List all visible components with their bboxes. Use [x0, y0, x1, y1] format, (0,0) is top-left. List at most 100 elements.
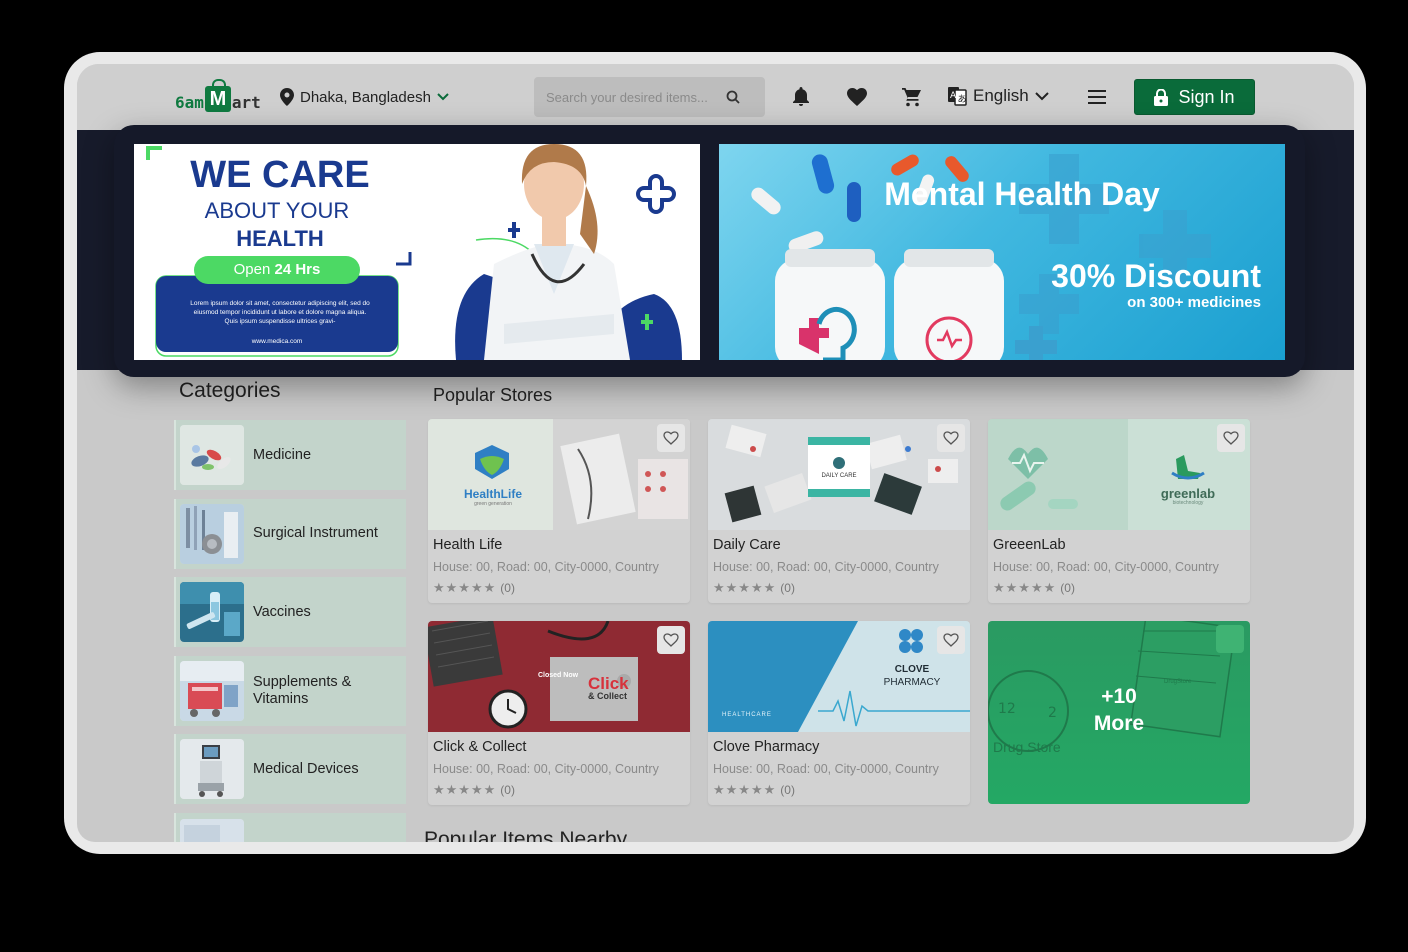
svg-text:A: A — [950, 91, 957, 101]
category-item-surgical-instrument[interactable]: Surgical Instrument — [174, 498, 406, 569]
discount-headline: 30% Discount — [1051, 258, 1261, 294]
store-rating: ★★★★★ (0) — [433, 782, 515, 798]
rating-count: (0) — [500, 783, 515, 797]
store-address: House: 00, Road: 00, City-0000, Country — [433, 762, 659, 776]
top-header: 6am M art Dhaka, Bangladesh Aあ English — [77, 64, 1354, 130]
store-brand-text: CLOVE — [894, 664, 930, 675]
heart-outline-icon — [1223, 431, 1239, 445]
chevron-down-icon — [437, 93, 449, 101]
more-stores-word: More — [1093, 712, 1145, 735]
store-name: Daily Care — [713, 537, 781, 553]
category-item-medicine[interactable]: Medicine — [174, 420, 406, 490]
app-logo[interactable]: 6am M art — [175, 78, 261, 112]
language-label: English — [973, 86, 1029, 105]
store-rating: ★★★★★ (0) — [433, 580, 515, 596]
category-label: Medicine — [253, 446, 312, 463]
store-brand-subtext: & Collect — [588, 691, 628, 701]
store-card-clove-pharmacy[interactable]: HEALTHCARE CLOVE PHARMACY Clove Pharmacy… — [708, 621, 970, 805]
favorite-button[interactable] — [937, 626, 965, 654]
more-stores-card[interactable]: 12 2 DrugStore Drug Store +10 More — [988, 621, 1250, 804]
store-name: Health Life — [433, 537, 503, 553]
store-image: Closed Now Click & Collect — [428, 621, 690, 732]
category-label: Vaccines — [253, 603, 311, 620]
store-brand-text: DAILY CARE — [821, 473, 857, 479]
rating-count: (0) — [780, 581, 795, 595]
map-pin-icon — [280, 88, 294, 106]
rating-count: (0) — [500, 581, 515, 595]
store-brand-subtext: green generation — [474, 501, 512, 507]
discount-subtitle: on 300+ medicines — [1127, 294, 1261, 311]
more-card-background-label: Drug Store — [993, 739, 1061, 755]
category-item-more[interactable] — [174, 812, 406, 842]
store-name: GreeenLab — [993, 537, 1066, 553]
heart-outline-icon — [663, 633, 679, 647]
heart-outline-icon — [943, 633, 959, 647]
favorite-button[interactable] — [1217, 424, 1245, 452]
store-image: HealthLife green generation — [428, 419, 690, 530]
more-category-thumbnail — [180, 818, 244, 842]
rating-count: (0) — [1060, 581, 1075, 595]
store-address: House: 00, Road: 00, City-0000, Country — [713, 560, 939, 574]
cart-icon[interactable] — [901, 86, 923, 108]
we-care-subheadline-bold: HEALTH — [236, 226, 324, 251]
store-tag-text: Closed Now — [538, 672, 579, 679]
popular-stores-title: Popular Stores — [433, 385, 553, 405]
supplements-thumbnail — [180, 660, 244, 721]
store-image: HEALTHCARE CLOVE PHARMACY — [708, 621, 970, 732]
svg-text:あ: あ — [958, 94, 967, 105]
vaccines-thumbnail — [180, 582, 244, 642]
hamburger-menu-icon[interactable] — [1086, 86, 1108, 108]
rating-stars: ★★★★★ — [713, 782, 777, 797]
search-icon[interactable] — [726, 90, 740, 104]
search-box — [534, 77, 765, 117]
store-brand-text: HealthLife — [463, 487, 522, 501]
more-stores-count: +10 — [1101, 685, 1137, 708]
store-address: House: 00, Road: 00, City-0000, Country — [993, 560, 1219, 574]
mental-health-title: Mental Health Day — [884, 176, 1160, 212]
open-hours-value: 24 Hrs — [274, 261, 321, 278]
rating-stars: ★★★★★ — [433, 580, 497, 595]
banner-we-care[interactable]: WE CARE ABOUT YOUR HEALTH Open 24 Hrs Lo… — [134, 144, 700, 360]
heart-outline-icon — [943, 431, 959, 445]
notification-bell-icon[interactable] — [790, 86, 812, 108]
logo-bag-icon: M — [204, 79, 231, 112]
open-hours-pill: Open 24 Hrs — [194, 261, 360, 278]
store-image: DAILY CARE — [708, 419, 970, 530]
favorite-button[interactable] — [657, 424, 685, 452]
store-address: House: 00, Road: 00, City-0000, Country — [713, 762, 939, 776]
search-input[interactable] — [546, 89, 726, 105]
we-care-headline: WE CARE — [190, 154, 370, 196]
sign-in-button[interactable]: Sign In — [1134, 79, 1255, 115]
category-item-supplements-vitamins[interactable]: Supplements & Vitamins — [174, 655, 406, 726]
store-tag-text: HEALTHCARE — [722, 712, 772, 718]
category-item-medical-devices[interactable]: Medical Devices — [174, 734, 406, 804]
location-selector[interactable]: Dhaka, Bangladesh — [280, 88, 449, 106]
location-label: Dhaka, Bangladesh — [300, 88, 431, 106]
logo-text-start: 6am — [175, 93, 204, 112]
rating-stars: ★★★★★ — [993, 580, 1057, 595]
we-care-body-text: Lorem ipsum dolor sit amet, consectetur … — [190, 300, 370, 325]
category-label: Supplements & Vitamins — [253, 673, 352, 707]
favorite-button[interactable] — [937, 424, 965, 452]
favorite-button[interactable] — [657, 626, 685, 654]
category-item-vaccines[interactable]: Vaccines — [174, 577, 406, 647]
store-rating: ★★★★★ (0) — [993, 580, 1075, 596]
category-label: Surgical Instrument — [253, 525, 378, 541]
store-name: Click & Collect — [433, 739, 527, 755]
lock-icon — [1154, 88, 1169, 106]
store-card-greeenlab[interactable]: greenlab biotechnology GreeenLab House: … — [988, 419, 1250, 603]
heart-wishlist-icon[interactable] — [846, 86, 868, 108]
categories-title: Categories — [179, 379, 281, 402]
logo-text-end: art — [231, 93, 261, 112]
store-card-daily-care[interactable]: DAILY CARE Daily Care House: 00, Road: 0… — [708, 419, 970, 603]
store-address: House: 00, Road: 00, City-0000, Country — [433, 560, 659, 574]
store-card-click-collect[interactable]: Closed Now Click & Collect Click & Colle… — [428, 621, 690, 805]
store-brand-subtext: biotechnology — [1172, 500, 1204, 506]
banner-mental-health-day[interactable]: Mental Health Day 30% Discount on 300+ m… — [719, 144, 1285, 360]
medicine-thumbnail — [180, 425, 244, 485]
category-label: Medical Devices — [253, 760, 359, 777]
store-card-health-life[interactable]: HealthLife green generation Health Life … — [428, 419, 690, 603]
language-selector[interactable]: Aあ English — [947, 86, 1049, 106]
medical-devices-thumbnail — [180, 739, 244, 799]
translate-icon: Aあ — [948, 87, 967, 106]
